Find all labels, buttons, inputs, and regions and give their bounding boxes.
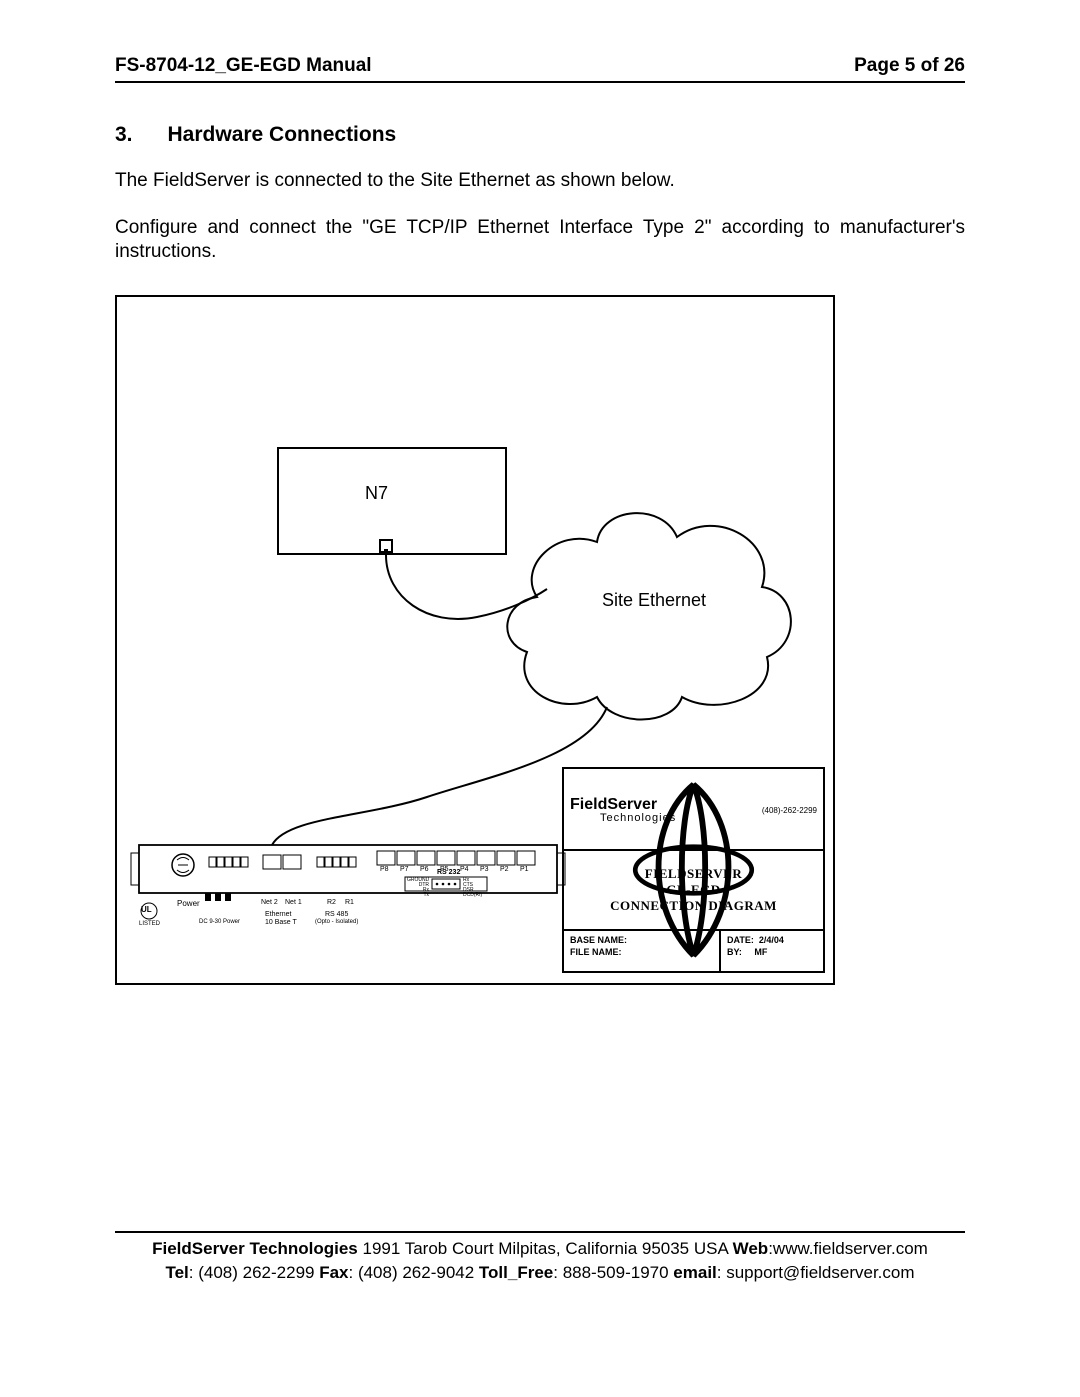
p3-label: P3 <box>480 866 489 873</box>
ul-label: UL <box>141 905 152 914</box>
by-label: BY: <box>727 947 742 957</box>
fieldserver-device: UL LISTED Power Net 2 Net 1 Ethernet 10 … <box>127 843 572 953</box>
pin-dcd: DCD(RI) <box>463 893 482 898</box>
page-header: FS-8704-12_GE-EGD Manual Page 5 of 26 <box>115 55 965 83</box>
n7-port-icon <box>379 539 393 553</box>
title-line-3: CONNECTION DIAGRAM <box>610 898 777 914</box>
title-line-1: FIELDSERVER <box>645 866 743 882</box>
title-block-title-row: FIELDSERVER GE-EGD CONNECTION DIAGRAM <box>564 851 823 931</box>
net2-label: Net 2 <box>261 899 278 906</box>
power-label: Power <box>177 899 200 908</box>
section-title: Hardware Connections <box>168 123 397 146</box>
p7-label: P7 <box>400 866 409 873</box>
n7-label: N7 <box>365 483 388 504</box>
title-block-logo-row: FieldServer Technologies (408)-262-2299 <box>564 769 823 851</box>
paragraph-1: The FieldServer is connected to the Site… <box>115 169 965 194</box>
dc-power-label: DC 9-30 Power <box>199 919 240 925</box>
section-heading: 3. Hardware Connections <box>115 123 965 147</box>
footer-tollfree-label: Toll_Free <box>479 1263 553 1282</box>
cloud-label: Site Ethernet <box>602 590 706 611</box>
footer-tel-value: : (408) 262-2299 <box>189 1263 319 1282</box>
page-footer: FieldServer Technologies 1991 Tarob Cour… <box>115 1231 965 1285</box>
brand-name: FieldServer <box>570 796 657 813</box>
r1-label: R1 <box>345 899 354 906</box>
p1-label: P1 <box>520 866 529 873</box>
p8-label: P8 <box>380 866 389 873</box>
footer-address: 1991 Tarob Court Milpitas, California 95… <box>358 1239 733 1258</box>
section-number: 3. <box>115 123 133 147</box>
listed-label: LISTED <box>139 921 160 927</box>
date-label: DATE: <box>727 935 754 945</box>
file-name-label: FILE NAME: <box>570 947 713 957</box>
footer-tollfree-value: : 888-509-1970 <box>553 1263 673 1282</box>
footer-fax-label: Fax <box>319 1263 348 1282</box>
footer-web-value: :www.fieldserver.com <box>768 1239 928 1258</box>
title-block-meta-row: BASE NAME: FILE NAME: DATE: 2/4/04 BY: M… <box>564 931 823 971</box>
base-name-label: BASE NAME: <box>570 935 713 945</box>
footer-web-label: Web <box>733 1239 769 1258</box>
footer-fax-value: : (408) 262-9042 <box>349 1263 479 1282</box>
connection-diagram: N7 Site Ethernet <box>115 295 835 985</box>
r2-label: R2 <box>327 899 336 906</box>
ethernet-sub: 10 Base T <box>265 919 297 926</box>
net1-label: Net 1 <box>285 899 302 906</box>
p4-label: P4 <box>460 866 469 873</box>
ethernet-label: Ethernet <box>265 911 291 918</box>
by-value: MF <box>754 947 767 957</box>
footer-email-value: : support@fieldserver.com <box>717 1263 915 1282</box>
p5-label: P5 <box>440 866 449 873</box>
footer-company: FieldServer Technologies <box>152 1239 358 1258</box>
paragraph-2: Configure and connect the "GE TCP/IP Eth… <box>115 216 965 265</box>
rs485-label: RS 485 <box>325 911 348 918</box>
title-line-2: GE-EGD <box>666 882 720 898</box>
p6-label: P6 <box>420 866 429 873</box>
footer-email-label: email <box>673 1263 716 1282</box>
logo-text: FieldServer Technologies <box>570 796 676 824</box>
document-page: FS-8704-12_GE-EGD Manual Page 5 of 26 3.… <box>115 55 965 1285</box>
p2-label: P2 <box>500 866 509 873</box>
footer-tel-label: Tel <box>165 1263 188 1282</box>
page-indicator: Page 5 of 26 <box>854 55 965 77</box>
brand-sub: Technologies <box>600 812 676 824</box>
pin-tx: Tx <box>407 893 429 898</box>
title-block-phone: (408)-262-2299 <box>762 806 817 815</box>
date-value: 2/4/04 <box>759 935 784 945</box>
doc-title: FS-8704-12_GE-EGD Manual <box>115 55 372 77</box>
title-block: FieldServer Technologies (408)-262-2299 … <box>562 767 825 973</box>
rs485-sub: (Opto - Isolated) <box>315 919 358 925</box>
